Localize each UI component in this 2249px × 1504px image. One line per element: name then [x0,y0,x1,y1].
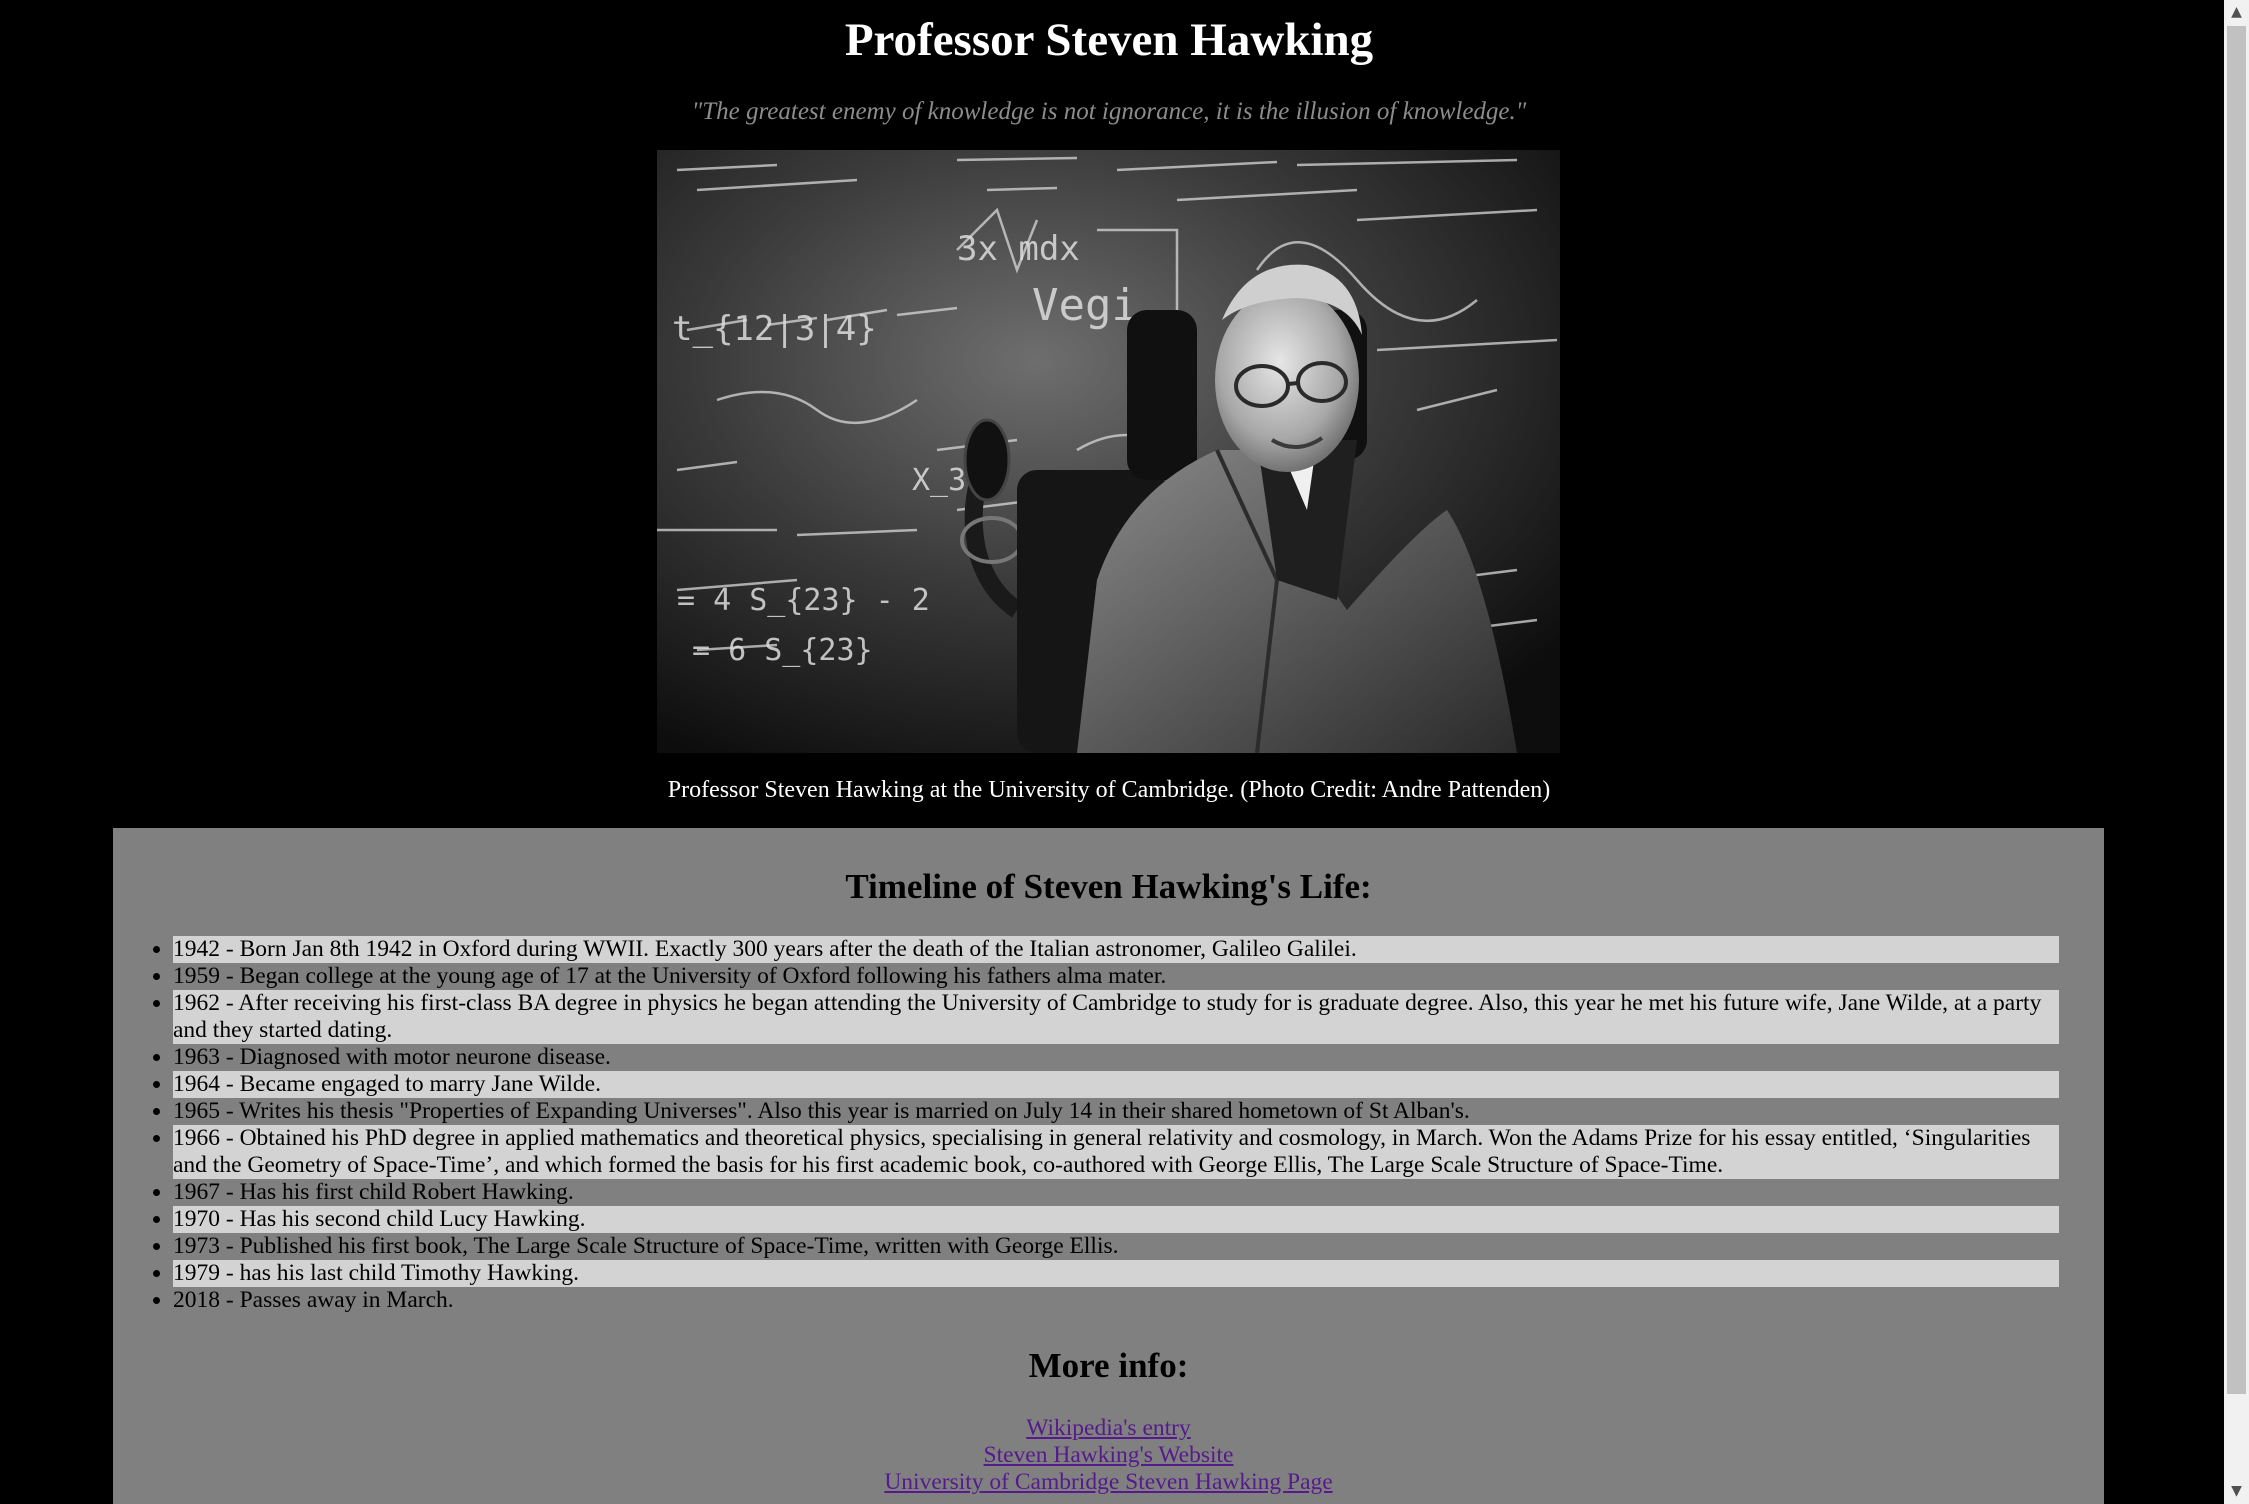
timeline-item-1967: 1967 - Has his first child Robert Hawkin… [173,1179,2059,1206]
chalk-6s23: = 6 S_{23} [692,633,873,668]
scroll-down-arrow-icon[interactable]: ▼ [2224,1479,2249,1504]
chalk-3x-mdx: 3x mdx [957,229,1080,269]
timeline-item-1965: 1965 - Writes his thesis "Properties of … [173,1098,2059,1125]
timeline-item-1964: 1964 - Became engaged to marry Jane Wild… [173,1071,2059,1098]
timeline-item-1979: 1979 - has his last child Timothy Hawkin… [173,1260,2059,1287]
scrollbar-thumb[interactable] [2227,26,2246,1394]
cambridge-page-link[interactable]: University of Cambridge Steven Hawking P… [113,1469,2104,1496]
timeline-item-1959: 1959 - Began college at the young age of… [173,963,2059,990]
hawking-photo: 3x mdx Vegi t_{12|3|4} X_3 = 4 S_{23} - … [657,150,1560,753]
scroll-up-arrow-icon[interactable]: ▲ [2224,0,2249,25]
timeline-item-1963: 1963 - Diagnosed with motor neurone dise… [173,1044,2059,1071]
timeline-item-1970: 1970 - Has his second child Lucy Hawking… [173,1206,2059,1233]
vertical-scrollbar[interactable]: ▲ ▼ [2224,0,2249,1504]
page-title: Professor Steven Hawking [844,14,1374,66]
timeline-panel: Timeline of Steven Hawking's Life: 1942 … [113,828,2104,1504]
timeline-item-1962: 1962 - After receiving his first-class B… [173,990,2059,1044]
page: Professor Steven Hawking "The greatest e… [0,0,2224,1504]
timeline-heading: Timeline of Steven Hawking's Life: [845,867,1372,906]
hawking-website-link[interactable]: Steven Hawking's Website [113,1442,2104,1469]
timeline-item-1966: 1966 - Obtained his PhD degree in applie… [173,1125,2059,1179]
timeline-list: 1942 - Born Jan 8th 1942 in Oxford durin… [173,936,2059,1314]
chalk-x3: X_3 [912,463,966,498]
timeline-item-2018: 2018 - Passes away in March. [173,1287,2059,1314]
quote: "The greatest enemy of knowledge is not … [691,98,1527,125]
chalk-t-expression: t_{12|3|4} [672,309,877,349]
chalk-s23-expression: = 4 S_{23} - 2 [677,583,930,618]
photo-caption: Professor Steven Hawking at the Universi… [667,777,1551,803]
wikipedia-link[interactable]: Wikipedia's entry [113,1415,2104,1442]
more-info-links: Wikipedia's entry Steven Hawking's Websi… [113,1415,2104,1496]
chalk-vegi: Vegi [1032,280,1138,331]
head [1215,264,1362,472]
timeline-item-1942: 1942 - Born Jan 8th 1942 in Oxford durin… [173,936,2059,963]
more-info-heading: More info: [1028,1346,1189,1385]
timeline-item-1973: 1973 - Published his first book, The Lar… [173,1233,2059,1260]
